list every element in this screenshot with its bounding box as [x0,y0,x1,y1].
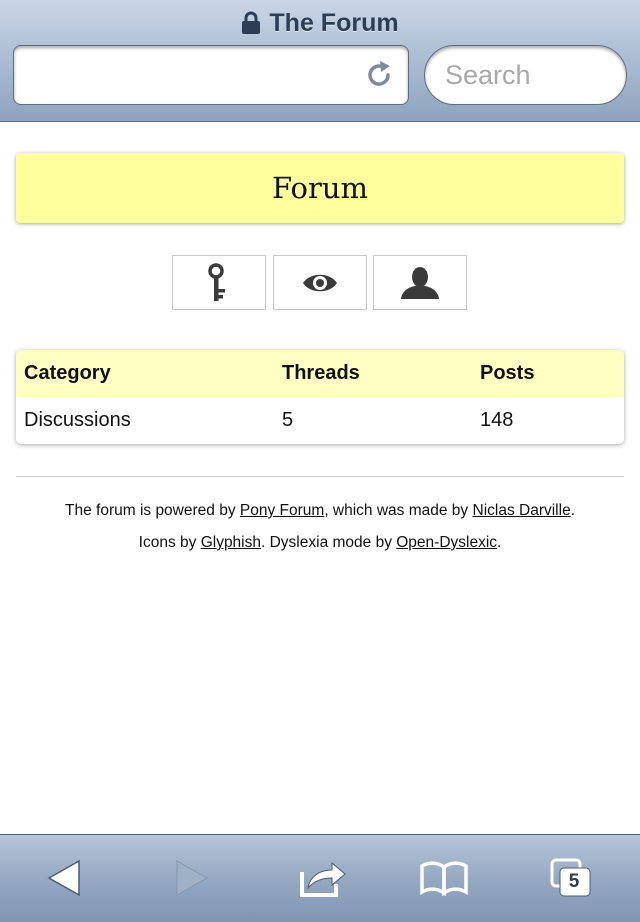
share-icon [300,861,346,897]
lock-icon [242,11,261,34]
search-input[interactable] [424,45,627,105]
table-header-row: Category Threads Posts [16,350,624,397]
footer-text: Icons by [138,534,201,551]
footer-divider [16,476,624,477]
forum-heading-banner: Forum [16,153,624,223]
share-button[interactable] [293,853,353,903]
forward-button[interactable] [162,853,222,903]
tab-count: 5 [568,871,580,892]
footer-text: . [497,534,502,551]
reload-icon[interactable] [364,60,394,90]
footer-text: . Dyslexia mode by [261,534,397,551]
url-field[interactable] [13,45,409,105]
open-dyslexic-link[interactable]: Open-Dyslexic [396,534,497,551]
footer-line-2: Icons by Glyphish. Dyslexia mode by Open… [16,527,624,559]
niclas-darville-link[interactable]: Niclas Darville [473,502,571,519]
forum-heading: Forum [271,171,369,205]
bookmarks-button[interactable] [414,853,474,903]
user-icon [401,266,439,299]
footer-text: , which was made by [324,502,473,519]
pony-forum-link[interactable]: Pony Forum [240,502,324,519]
table-row[interactable]: Discussions 5 148 [16,397,624,444]
login-button[interactable] [172,255,266,310]
header-threads: Threads [282,362,360,384]
eye-icon [303,274,337,291]
threads-count: 5 [282,409,294,431]
back-button[interactable] [34,853,94,903]
profile-button[interactable] [373,255,467,310]
header-posts: Posts [480,362,535,384]
bookmarks-icon [420,861,468,896]
footer-line-1: The forum is powered by Pony Forum, whic… [16,495,624,527]
forward-icon [176,860,209,896]
browser-toolbar [0,834,640,922]
glyphish-link[interactable]: Glyphish [201,534,261,551]
back-icon [47,859,80,897]
footer: The forum is powered by Pony Forum, whic… [16,495,624,559]
category-name[interactable]: Discussions [24,397,131,444]
key-icon [208,262,225,301]
view-button[interactable] [273,255,367,310]
header-category: Category [24,362,111,384]
footer-text: . [570,502,575,519]
page-title: The Forum [269,8,399,37]
posts-count: 148 [480,409,514,431]
categories-table: Category Threads Posts Discussions 5 148 [16,350,624,444]
footer-text: The forum is powered by [65,502,240,519]
page-title-bar: The Forum [0,6,640,40]
browser-top-bar: The Forum [0,0,640,122]
